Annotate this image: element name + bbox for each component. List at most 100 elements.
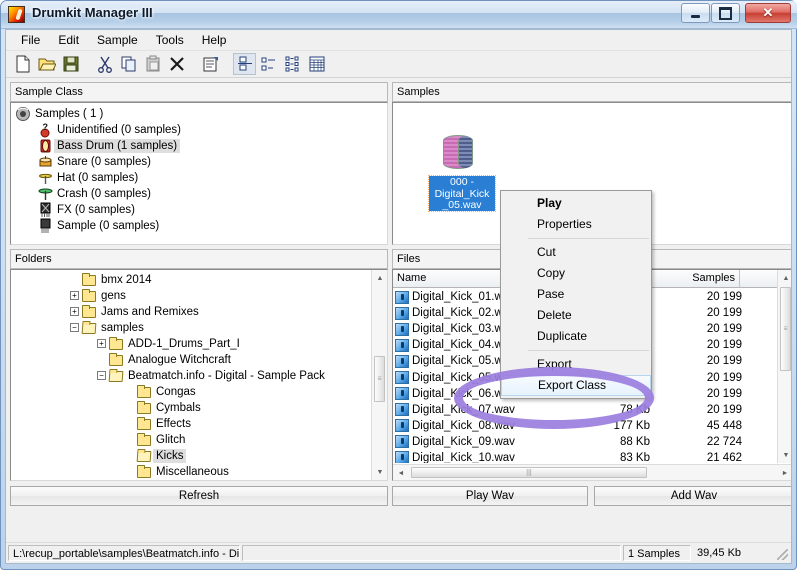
table-row[interactable]: Digital_Kick_09.wav 88 Kb 22 724	[393, 434, 776, 450]
sample-class-item-hat[interactable]: Hat (0 samples)	[15, 170, 385, 186]
menu-sample[interactable]: Sample	[88, 30, 147, 51]
sample-class-item-crash[interactable]: Crash (0 samples)	[15, 186, 385, 202]
sample-class-item-fx[interactable]: FX (0 samples)	[15, 202, 385, 218]
folder-icon	[136, 400, 153, 416]
context-menu-item-export[interactable]: Export	[501, 354, 651, 375]
context-menu-item-play[interactable]: Play	[501, 193, 651, 214]
context-menu[interactable]: Play Properties Cut Copy Pase Delete Dup…	[500, 190, 652, 399]
expander-plus-icon[interactable]: +	[70, 291, 79, 300]
folder-item-beatmatch-info[interactable]: − Beatmatch.info - Digital - Sample Pack	[13, 368, 369, 384]
file-name-cell: Digital_Kick_10.wav	[412, 451, 515, 463]
folder-item-analogue-witchcraft[interactable]: Analogue Witchcraft	[13, 352, 369, 368]
minimize-icon	[682, 4, 709, 22]
wav-file-icon	[395, 419, 409, 433]
expander-plus-icon[interactable]: +	[97, 339, 106, 348]
list-view-icon[interactable]	[281, 53, 304, 75]
new-file-icon[interactable]	[11, 53, 34, 75]
files-vertical-scrollbar[interactable]: ▲ ≡ ▼	[777, 270, 791, 463]
play-wav-button[interactable]: Play Wav	[392, 486, 588, 506]
drum-waveform-thumbnail	[443, 135, 473, 169]
folder-item-gens[interactable]: + gens	[13, 288, 369, 304]
folder-icon	[108, 352, 125, 368]
context-menu-item-duplicate[interactable]: Duplicate	[501, 326, 651, 347]
folder-item-snares[interactable]: Snares	[13, 480, 369, 481]
file-samples-cell: 20 199	[706, 371, 742, 384]
fx-icon	[37, 202, 54, 218]
folder-item-miscellaneous[interactable]: Miscellaneous	[13, 464, 369, 480]
folder-item-bmx-2014[interactable]: bmx 2014	[13, 272, 369, 288]
minimize-button[interactable]	[681, 3, 710, 23]
scroll-right-arrow-icon[interactable]: ►	[777, 465, 791, 480]
tree-label: Crash (0 samples)	[57, 188, 151, 200]
folder-item-glitch[interactable]: Glitch	[13, 432, 369, 448]
properties-icon[interactable]	[199, 53, 222, 75]
sample-class-item-unidentified[interactable]: ? Unidentified (0 samples)	[15, 122, 385, 138]
context-menu-item-copy[interactable]: Copy	[501, 263, 651, 284]
context-menu-item-delete[interactable]: Delete	[501, 305, 651, 326]
folder-item-effects[interactable]: Effects	[13, 416, 369, 432]
folder-item-kicks[interactable]: Kicks	[13, 448, 369, 464]
scroll-down-arrow-icon[interactable]: ▼	[778, 447, 791, 463]
scrollbar-thumb[interactable]: ≡	[780, 287, 791, 371]
paste-icon[interactable]	[141, 53, 164, 75]
scroll-left-arrow-icon[interactable]: ◄	[393, 465, 409, 480]
details-view-icon[interactable]	[305, 53, 328, 75]
file-samples-cell: 20 199	[706, 307, 742, 320]
scrollbar-thumb[interactable]: |||	[411, 467, 647, 478]
folders-vertical-scrollbar[interactable]: ▲ ≡ ▼	[371, 270, 387, 480]
tree-label: Bass Drum (1 samples)	[54, 139, 181, 153]
context-menu-item-properties[interactable]: Properties	[501, 214, 651, 235]
folder-item-cymbals[interactable]: Cymbals	[13, 400, 369, 416]
table-row[interactable]: Digital_Kick_07.wav 78 Kb 20 199	[393, 402, 776, 418]
tree-label: Cymbals	[156, 402, 201, 414]
sample-class-item-sample[interactable]: Sample (0 samples)	[15, 218, 385, 234]
sample-class-item-snare[interactable]: Snare (0 samples)	[15, 154, 385, 170]
tree-row-samples-root[interactable]: Samples ( 1 )	[15, 106, 385, 122]
large-icons-view-icon[interactable]	[233, 53, 256, 75]
add-wav-button[interactable]: Add Wav	[594, 486, 791, 506]
column-header-samples[interactable]: Samples	[648, 270, 740, 287]
scrollbar-thumb[interactable]: ≡	[374, 356, 385, 402]
close-button[interactable]: ✕	[745, 3, 791, 23]
folder-item-add-1-drums-part-i[interactable]: + ADD-1_Drums_Part_I	[13, 336, 369, 352]
wav-file-icon	[395, 354, 409, 368]
sample-class-tree[interactable]: Samples ( 1 ) ? Unidentified (0 samples)	[10, 102, 388, 245]
scroll-up-arrow-icon[interactable]: ▲	[372, 270, 387, 286]
folder-item-jams-and-remixes[interactable]: + Jams and Remixes	[13, 304, 369, 320]
small-icons-view-icon[interactable]	[257, 53, 280, 75]
folders-tree[interactable]: bmx 2014 + gens + Jams and Remixes − sam…	[10, 269, 388, 481]
expander-minus-icon[interactable]: −	[97, 371, 106, 380]
maximize-button[interactable]	[711, 3, 740, 23]
menu-tools[interactable]: Tools	[147, 30, 193, 51]
resize-grip-icon[interactable]	[775, 545, 789, 561]
scroll-up-arrow-icon[interactable]: ▲	[778, 270, 791, 286]
context-menu-item-cut[interactable]: Cut	[501, 242, 651, 263]
context-menu-item-pase[interactable]: Pase	[501, 284, 651, 305]
cut-icon[interactable]	[93, 53, 116, 75]
save-icon[interactable]	[59, 53, 82, 75]
table-row[interactable]: Digital_Kick_08.wav 177 Kb 45 448	[393, 418, 776, 434]
refresh-button[interactable]: Refresh	[10, 486, 388, 506]
file-name-cell: Digital_Kick_09.wav	[412, 435, 515, 448]
table-row[interactable]: Digital_Kick_10.wav 83 Kb 21 462	[393, 450, 776, 463]
sample-thumbnail[interactable]	[439, 133, 477, 171]
application-window: Drumkit Manager III ✕ File Edit Sample T…	[0, 0, 797, 570]
copy-icon[interactable]	[117, 53, 140, 75]
open-folder-icon[interactable]	[35, 53, 58, 75]
menu-edit[interactable]: Edit	[49, 30, 88, 51]
files-horizontal-scrollbar[interactable]: ◄ ||| ►	[393, 464, 791, 480]
menu-help[interactable]: Help	[193, 30, 236, 51]
tree-label: Hat (0 samples)	[57, 172, 139, 184]
context-menu-item-export-class[interactable]: Export Class	[501, 375, 651, 396]
toolbar-separator	[189, 53, 198, 75]
expander-minus-icon[interactable]: −	[70, 323, 79, 332]
menu-file[interactable]: File	[12, 30, 49, 51]
scrollbar-grip-icon: |||	[526, 469, 532, 476]
sample-item-label[interactable]: 000 - Digital_Kick _05.wav	[428, 175, 496, 212]
scroll-down-arrow-icon[interactable]: ▼	[372, 464, 387, 480]
folder-item-congas[interactable]: Congas	[13, 384, 369, 400]
expander-plus-icon[interactable]: +	[70, 307, 79, 316]
sample-class-item-bass-drum[interactable]: Bass Drum (1 samples)	[15, 138, 385, 154]
delete-icon[interactable]	[165, 53, 188, 75]
folder-item-samples[interactable]: − samples	[13, 320, 369, 336]
